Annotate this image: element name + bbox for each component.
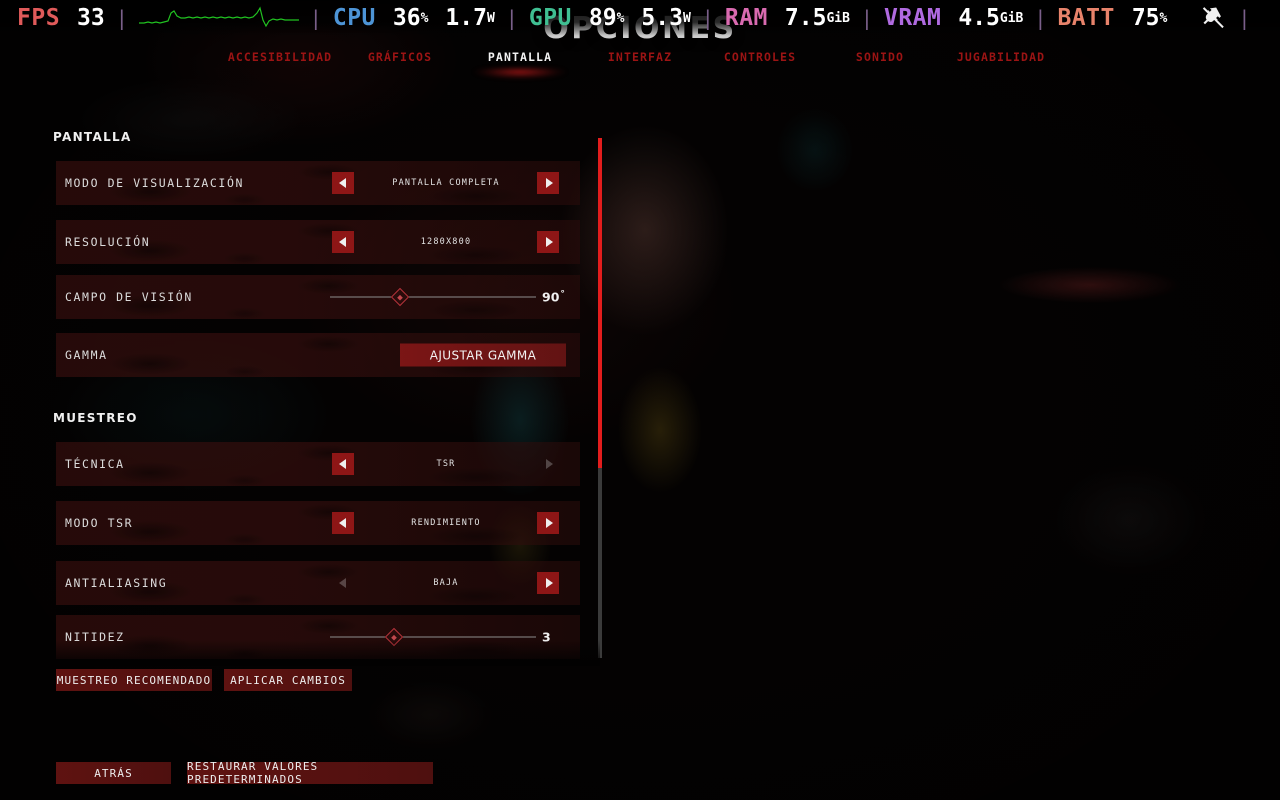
stepper-next-arrow-icon[interactable] (537, 512, 559, 534)
hud-fps-value: 33 (77, 5, 105, 31)
setting-row: GAMMA AJUSTAR GAMMA (56, 333, 580, 377)
hud-vram-label: VRAM (883, 5, 942, 31)
stepper-prev-arrow-icon[interactable] (332, 172, 354, 194)
slider-value: 3 (542, 630, 580, 645)
tab-interfaz[interactable]: INTERFAZ (608, 50, 672, 64)
hud-ram-unit: GiB (826, 10, 850, 26)
setting-label: RESOLUCIÓN (65, 235, 151, 249)
back-button[interactable]: ATRÁS (56, 762, 171, 784)
hud-vram-unit: GiB (999, 10, 1024, 26)
setting-row: MODO TSR RENDIMIENTO (56, 501, 580, 545)
active-tab-glow (460, 68, 580, 84)
setting-value: BAJA (433, 578, 459, 588)
panel-scrollbar-thumb[interactable] (598, 138, 602, 468)
setting-value: RENDIMIENTO (411, 518, 481, 528)
setting-value: 1280X800 (420, 237, 472, 247)
slider-handle[interactable] (384, 627, 404, 647)
tab-jugabilidad[interactable]: JUGABILIDAD (957, 50, 1045, 64)
stepper-prev-arrow-icon[interactable] (332, 512, 354, 534)
settings-tabbar: ACCESIBILIDAD GRÁFICOS PANTALLA INTERFAZ CON… (0, 50, 1280, 84)
setting-label: MODO DE VISUALIZACIÓN (65, 176, 244, 190)
hud-fps-label: FPS (17, 5, 61, 31)
power-plug-icon (1203, 7, 1225, 29)
hud-gpu-power-unit: W (682, 10, 691, 26)
hud-gpu-label: GPU (528, 5, 572, 31)
stepper-prev-arrow-icon[interactable] (332, 231, 354, 253)
stepper-prev-arrow-icon (332, 572, 354, 594)
slider-value-unit: ° (560, 289, 565, 300)
restore-defaults-button[interactable]: RESTAURAR VALORES PREDETERMINADOS (187, 760, 433, 786)
setting-row: NITIDEZ 3 (56, 615, 580, 659)
hud-separator: | (1034, 6, 1047, 30)
fps-graph-icon (138, 6, 299, 28)
stepper-next-arrow-icon[interactable] (537, 231, 559, 253)
slider-handle[interactable] (390, 287, 410, 307)
setting-row: MODO DE VISUALIZACIÓN PANTALLA COMPLETA (56, 161, 580, 205)
hud-ram-label: RAM (724, 5, 768, 31)
hud-ram-value: 7.5 (784, 5, 827, 31)
hud-separator: | (309, 6, 322, 30)
hud-cpu-unit: % (420, 10, 429, 26)
hud-cpu-power-unit: W (486, 10, 495, 26)
hud-cpu-label: CPU (332, 5, 376, 31)
hud-gpu-power: 5.3 (641, 5, 683, 31)
hardware-monitor-overlay: FPS 33 | | CPU 36% 1.7 W | GPU 89% 5.3 W |… (0, 0, 1280, 36)
stepper-next-arrow-icon (537, 453, 559, 475)
section-header-pantalla: PANTALLA (53, 130, 132, 144)
stepper-prev-arrow-icon[interactable] (332, 453, 354, 475)
slider-track[interactable] (330, 636, 536, 638)
hud-vram-value: 4.5 (958, 5, 1000, 31)
setting-value: TSR (436, 459, 456, 469)
hud-gpu-value: 89 (588, 5, 617, 31)
adjust-gamma-button[interactable]: AJUSTAR GAMMA (400, 343, 566, 367)
settings-panel: PANTALLA MODO DE VISUALIZACIÓN PANTALLA CO… (0, 130, 612, 665)
hud-cpu-value: 36 (392, 5, 421, 31)
slider-value-number: 90 (542, 289, 560, 305)
stepper-next-arrow-icon[interactable] (537, 572, 559, 594)
tab-accesibilidad[interactable]: ACCESIBILIDAD (228, 50, 332, 64)
recommended-sampling-button[interactable]: MUESTREO RECOMENDADO (56, 669, 212, 691)
hud-separator: | (115, 6, 128, 30)
tab-pantalla[interactable]: PANTALLA (488, 50, 552, 64)
slider-value: 90° (542, 289, 580, 304)
hud-gpu-unit: % (616, 10, 625, 26)
tab-controles[interactable]: CONTROLES (724, 50, 796, 64)
hud-separator: | (860, 6, 873, 30)
setting-value: PANTALLA COMPLETA (392, 178, 500, 188)
tab-grficos[interactable]: GRÁFICOS (368, 50, 432, 64)
apply-changes-button[interactable]: APLICAR CAMBIOS (224, 669, 352, 691)
hud-batt-unit: % (1159, 10, 1168, 26)
setting-label: MODO TSR (65, 516, 134, 530)
hud-batt-value: 75 (1131, 5, 1160, 31)
setting-row: TÉCNICA TSR (56, 442, 580, 486)
setting-label: TÉCNICA (65, 457, 125, 471)
section-header-muestreo: MUESTREO (53, 411, 138, 425)
setting-row: RESOLUCIÓN 1280X800 (56, 220, 580, 264)
setting-label: NITIDEZ (65, 630, 125, 644)
hud-batt-label: BATT (1057, 5, 1115, 31)
slider-track[interactable] (330, 296, 536, 298)
stepper-next-arrow-icon[interactable] (537, 172, 559, 194)
setting-row: CAMPO DE VISIÓN 90° (56, 275, 580, 319)
setting-label: CAMPO DE VISIÓN (65, 290, 193, 304)
hud-separator: | (701, 6, 714, 30)
setting-label: GAMMA (65, 348, 108, 362)
tab-sonido[interactable]: SONIDO (856, 50, 904, 64)
hud-separator: | (505, 6, 518, 30)
slider-value-number: 3 (542, 629, 551, 645)
hud-cpu-power: 1.7 (445, 5, 487, 31)
setting-row: ANTIALIASING BAJA (56, 561, 580, 605)
hud-separator: | (1238, 6, 1251, 30)
setting-label: ANTIALIASING (65, 576, 168, 590)
